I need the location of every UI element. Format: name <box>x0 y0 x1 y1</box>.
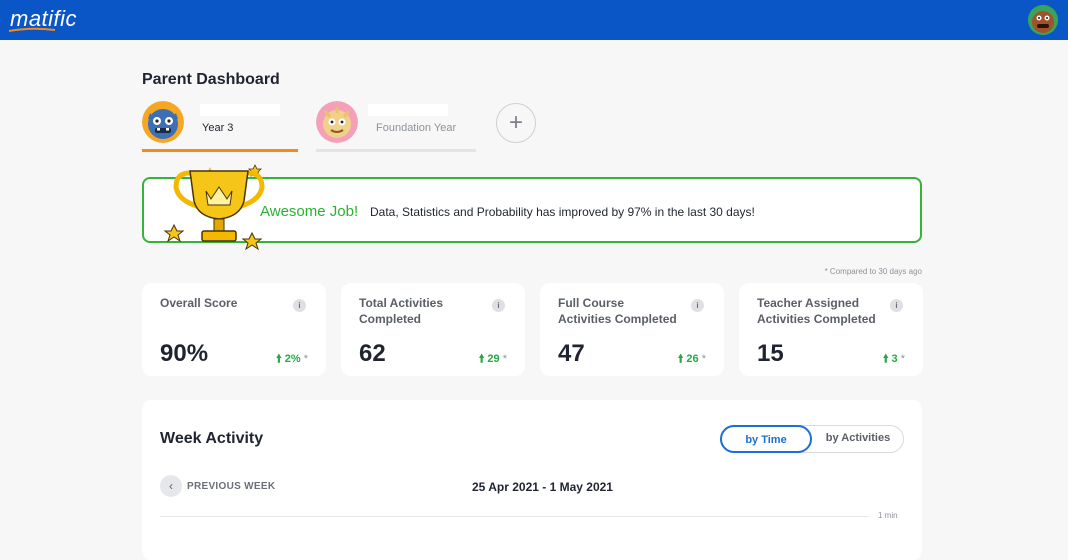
blue-monster-avatar-icon <box>142 101 184 143</box>
selected-tab-indicator <box>142 149 298 152</box>
chart-gridline <box>160 516 870 517</box>
view-toggle: by Time by Activities <box>720 425 904 453</box>
tab-indicator <box>316 149 476 152</box>
stat-value: 62 <box>359 340 386 367</box>
chevron-left-icon: ‹ <box>160 475 182 497</box>
stat-delta: 🠙 3 * <box>882 353 905 365</box>
stat-delta: 🠙 26 * <box>677 353 706 365</box>
arrow-up-icon: 🠙 <box>882 353 889 365</box>
by-time-toggle[interactable]: by Time <box>720 425 812 453</box>
child-tab-2[interactable]: Foundation Year <box>316 98 476 152</box>
pink-monster-avatar-icon <box>316 101 358 143</box>
banner-message: Data, Statistics and Probability has imp… <box>370 205 755 219</box>
previous-week-label: PREVIOUS WEEK <box>187 481 276 492</box>
top-navigation-bar: matific <box>0 0 1068 40</box>
stat-value: 15 <box>757 340 784 367</box>
stat-card-full-course: Full Course Activities Completed i 47 🠙 … <box>540 283 724 376</box>
stat-value: 47 <box>558 340 585 367</box>
child-tab-1[interactable]: Year 3 <box>142 98 298 152</box>
arrow-up-icon: 🠙 <box>478 353 485 365</box>
comparison-note: * Compared to 30 days ago <box>824 267 922 276</box>
trophy-icon <box>163 164 265 251</box>
child-grade: Year 3 <box>202 122 234 134</box>
stat-label: Total Activities Completed <box>359 296 444 326</box>
logo-swoosh-icon <box>8 27 56 32</box>
plus-icon: + <box>508 109 523 136</box>
child-name <box>368 104 448 116</box>
info-icon[interactable]: i <box>293 299 306 312</box>
stat-label: Full Course Activities Completed <box>558 296 677 326</box>
stat-delta: 🠙 29 * <box>478 353 507 365</box>
info-icon[interactable]: i <box>890 299 903 312</box>
by-activities-toggle[interactable]: by Activities <box>813 425 903 453</box>
arrow-up-icon: 🠙 <box>677 353 684 365</box>
stat-card-teacher-assigned: Teacher Assigned Activities Completed i … <box>739 283 923 376</box>
banner-headline: Awesome Job! <box>260 203 359 220</box>
chart-axis-label: 1 min <box>878 511 898 520</box>
stat-card-total-activities: Total Activities Completed i 62 🠙 29 * <box>341 283 525 376</box>
week-range: 25 Apr 2021 - 1 May 2021 <box>472 480 613 494</box>
arrow-up-icon: 🠙 <box>276 353 282 365</box>
child-grade: Foundation Year <box>376 122 457 134</box>
stat-value: 90% <box>160 340 209 367</box>
monster-avatar-icon <box>1028 5 1058 35</box>
info-icon[interactable]: i <box>691 299 704 312</box>
stat-card-overall-score: Overall Score i 90% 🠙 2% * <box>142 283 326 376</box>
user-avatar[interactable] <box>1028 5 1058 35</box>
stat-delta: 🠙 2% * <box>276 353 308 365</box>
week-activity-card: Week Activity by Time by Activities ‹ PR… <box>142 400 922 560</box>
info-icon[interactable]: i <box>492 299 505 312</box>
section-title: Week Activity <box>160 430 264 447</box>
child-name <box>200 104 280 116</box>
page-title: Parent Dashboard <box>142 71 280 88</box>
stat-label: Overall Score <box>160 296 238 310</box>
child-avatar <box>316 101 358 143</box>
child-avatar <box>142 101 184 143</box>
add-child-button[interactable]: + <box>496 103 536 143</box>
achievement-banner: Awesome Job! Data, Statistics and Probab… <box>142 164 922 251</box>
stat-label: Teacher Assigned Activities Completed <box>757 296 876 326</box>
